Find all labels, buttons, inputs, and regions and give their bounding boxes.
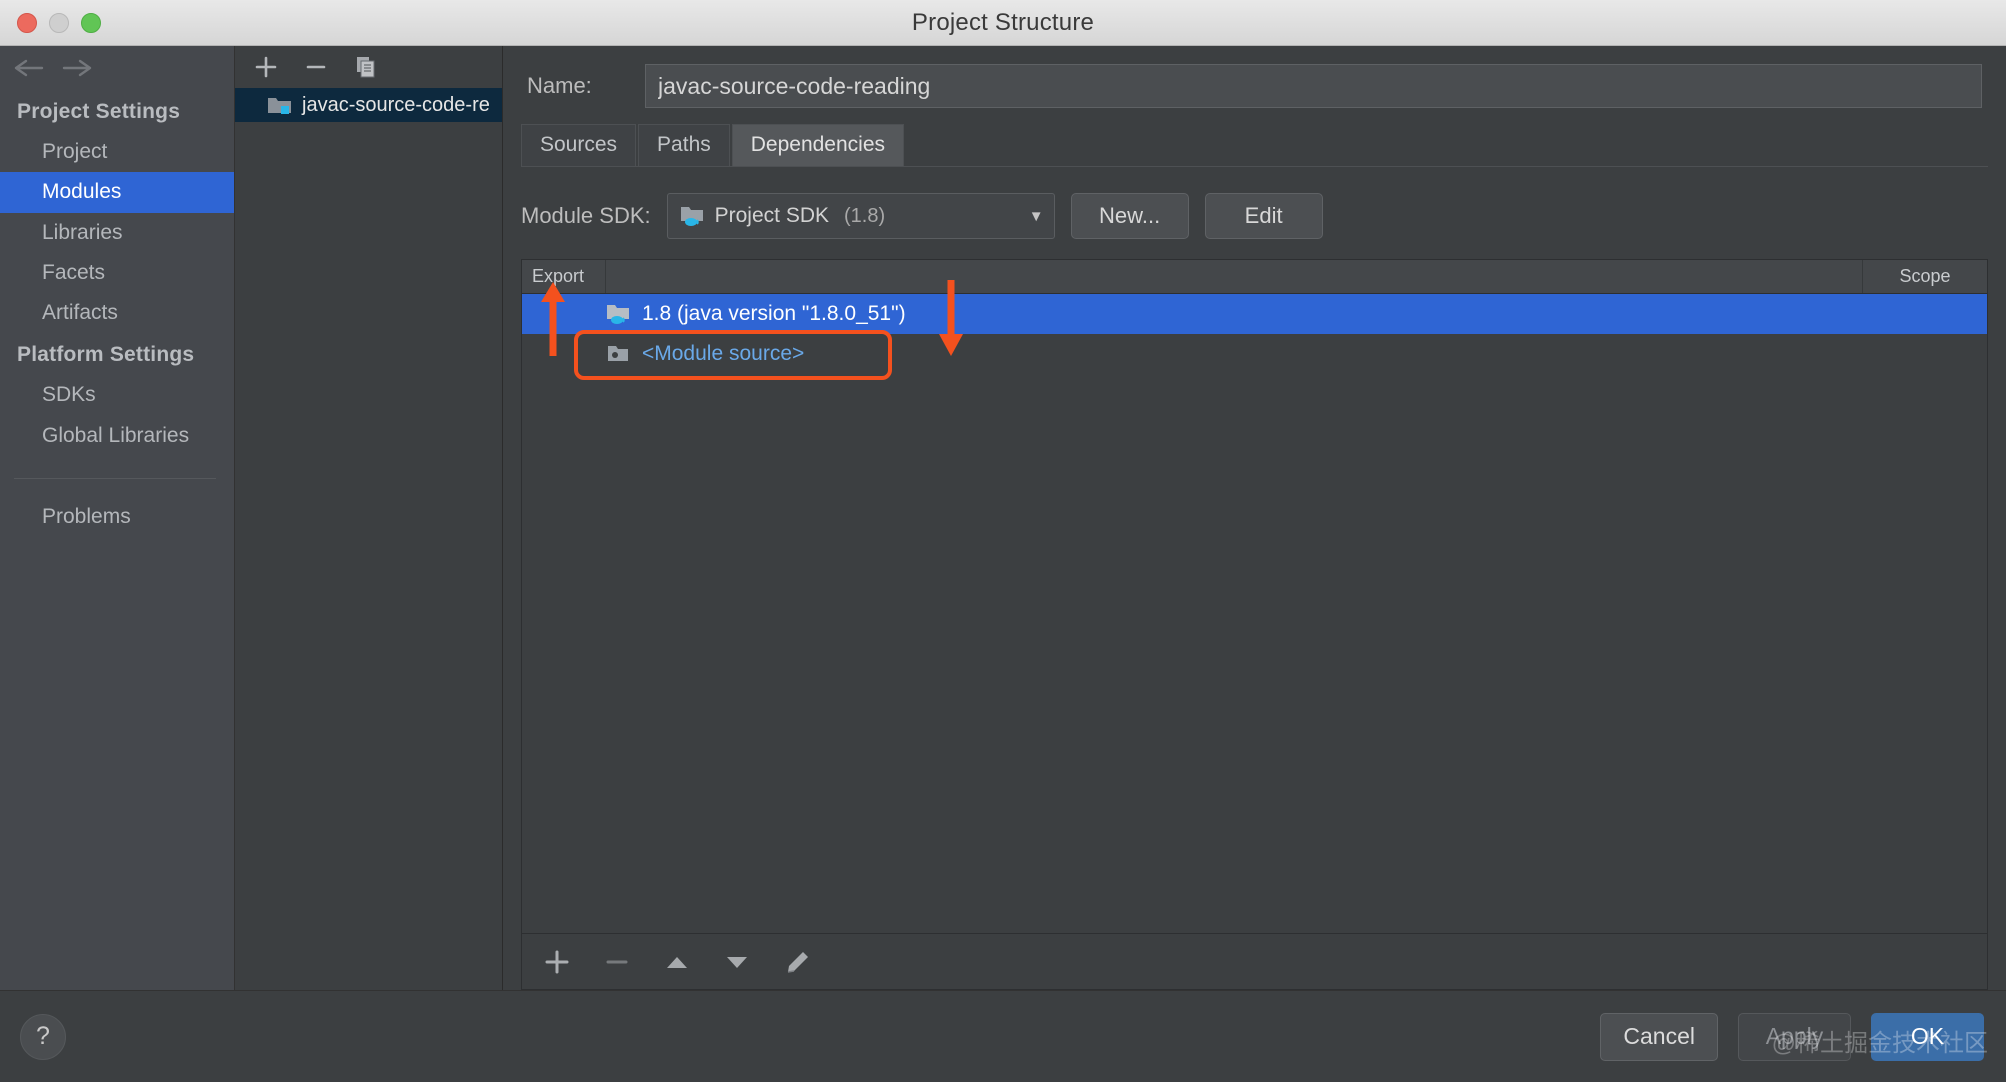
ok-button[interactable]: OK [1871, 1013, 1984, 1061]
move-down-button[interactable] [722, 947, 752, 977]
module-name-label: Name: [527, 73, 627, 99]
chevron-down-icon[interactable]: ▼ [1029, 208, 1044, 225]
edit-dependency-button[interactable] [782, 947, 812, 977]
table-row[interactable]: 1.8 (java version "1.8.0_51") [522, 294, 1987, 334]
module-folder-icon [267, 94, 293, 116]
sidebar-group-project-settings: Project Settings [0, 90, 234, 132]
module-sdk-select[interactable]: Project SDK (1.8) ▼ [667, 193, 1055, 239]
sidebar-item-libraries[interactable]: Libraries [0, 213, 234, 253]
dialog-footer: ? Cancel Apply OK @稀土掘金技术社区 [0, 990, 2006, 1082]
cancel-button[interactable]: Cancel [1600, 1013, 1718, 1061]
add-module-button[interactable] [253, 54, 279, 80]
arrow-left-icon[interactable] [14, 57, 44, 79]
remove-dependency-button[interactable] [602, 947, 632, 977]
column-header-name[interactable] [606, 260, 1863, 293]
sidebar-group-platform-settings: Platform Settings [0, 333, 234, 375]
table-row-name: <Module source> [642, 342, 804, 366]
sidebar-item-artifacts[interactable]: Artifacts [0, 293, 234, 333]
tab-dependencies[interactable]: Dependencies [732, 124, 904, 166]
move-up-button[interactable] [662, 947, 692, 977]
sidebar-spacer [0, 537, 234, 990]
module-list-item-label: javac-source-code-re [302, 94, 490, 117]
sidebar-item-sdks[interactable]: SDKs [0, 375, 234, 415]
title-bar: Project Structure [0, 0, 2006, 46]
new-sdk-button[interactable]: New... [1071, 193, 1189, 239]
remove-module-button[interactable] [303, 54, 329, 80]
module-editor: Name: Sources Paths Dependencies Module … [503, 46, 2006, 990]
module-sdk-row: Module SDK: Project SDK (1.8) ▼ [521, 167, 1988, 259]
table-row[interactable]: <Module source> [522, 334, 1987, 374]
copy-module-button[interactable] [353, 54, 379, 80]
sidebar-item-global-libraries[interactable]: Global Libraries [0, 416, 234, 456]
module-sdk-value: Project SDK [715, 204, 829, 228]
sidebar-item-modules[interactable]: Modules [0, 172, 234, 212]
tab-paths[interactable]: Paths [638, 124, 730, 166]
sdk-folder-java-icon [606, 302, 632, 326]
module-tabs: Sources Paths Dependencies [503, 124, 2006, 166]
dialog-action-buttons: Cancel Apply OK [1600, 1013, 2006, 1061]
dependencies-table-toolbar [522, 933, 1987, 989]
edit-sdk-button[interactable]: Edit [1205, 193, 1323, 239]
module-sdk-label: Module SDK: [521, 203, 651, 229]
dependencies-table-body: 1.8 (java version "1.8.0_51") <Module so… [522, 294, 1987, 933]
dependencies-table-header: Export Scope [522, 260, 1987, 294]
arrow-right-icon[interactable] [62, 57, 92, 79]
sdk-folder-java-icon [680, 204, 706, 228]
apply-button[interactable]: Apply [1738, 1013, 1851, 1061]
column-header-scope[interactable]: Scope [1863, 260, 1987, 293]
module-list-item[interactable]: javac-source-code-re [235, 88, 502, 122]
column-header-export[interactable]: Export [522, 260, 606, 293]
question-mark-icon[interactable]: ? [20, 1014, 66, 1060]
dependencies-panel: Module SDK: Project SDK (1.8) ▼ [503, 167, 2006, 990]
module-sdk-version: (1.8) [844, 205, 885, 228]
sidebar-item-problems[interactable]: Problems [0, 497, 234, 537]
modules-list-panel: javac-source-code-re [235, 46, 503, 990]
tab-sources[interactable]: Sources [521, 124, 636, 166]
sidebar-item-facets[interactable]: Facets [0, 253, 234, 293]
window-title: Project Structure [0, 9, 2006, 37]
module-name-input[interactable] [645, 64, 1982, 108]
module-source-icon [606, 342, 632, 366]
modules-toolbar [235, 46, 502, 88]
modules-list: javac-source-code-re [235, 88, 502, 990]
add-dependency-button[interactable] [542, 947, 572, 977]
table-row-name: 1.8 (java version "1.8.0_51") [642, 302, 906, 326]
sidebar-item-project[interactable]: Project [0, 132, 234, 172]
sidebar-nav-arrows [0, 46, 234, 90]
project-structure-dialog: Project Structure Project Settings Proje… [0, 0, 2006, 1082]
dependencies-table: Export Scope [521, 259, 1988, 990]
sidebar-divider [14, 478, 216, 479]
module-name-row: Name: [503, 46, 2006, 118]
dialog-body: Project Settings Project Modules Librari… [0, 46, 2006, 990]
settings-sidebar: Project Settings Project Modules Librari… [0, 46, 235, 990]
